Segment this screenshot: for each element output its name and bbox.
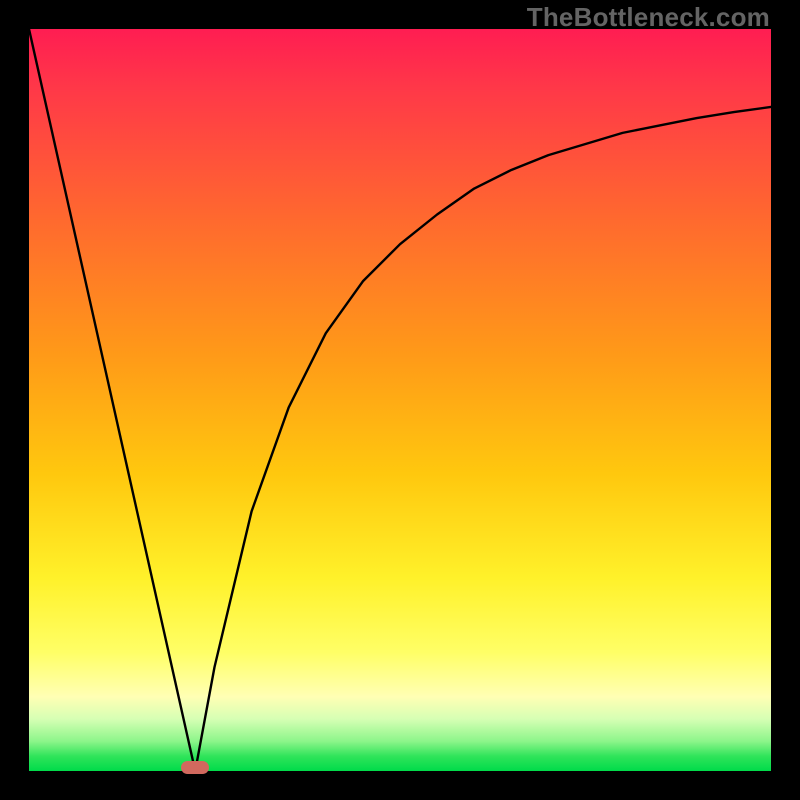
plot-area	[29, 29, 771, 771]
chart-frame: TheBottleneck.com	[0, 0, 800, 800]
bottleneck-curve	[29, 29, 771, 771]
minimum-marker	[181, 761, 209, 774]
